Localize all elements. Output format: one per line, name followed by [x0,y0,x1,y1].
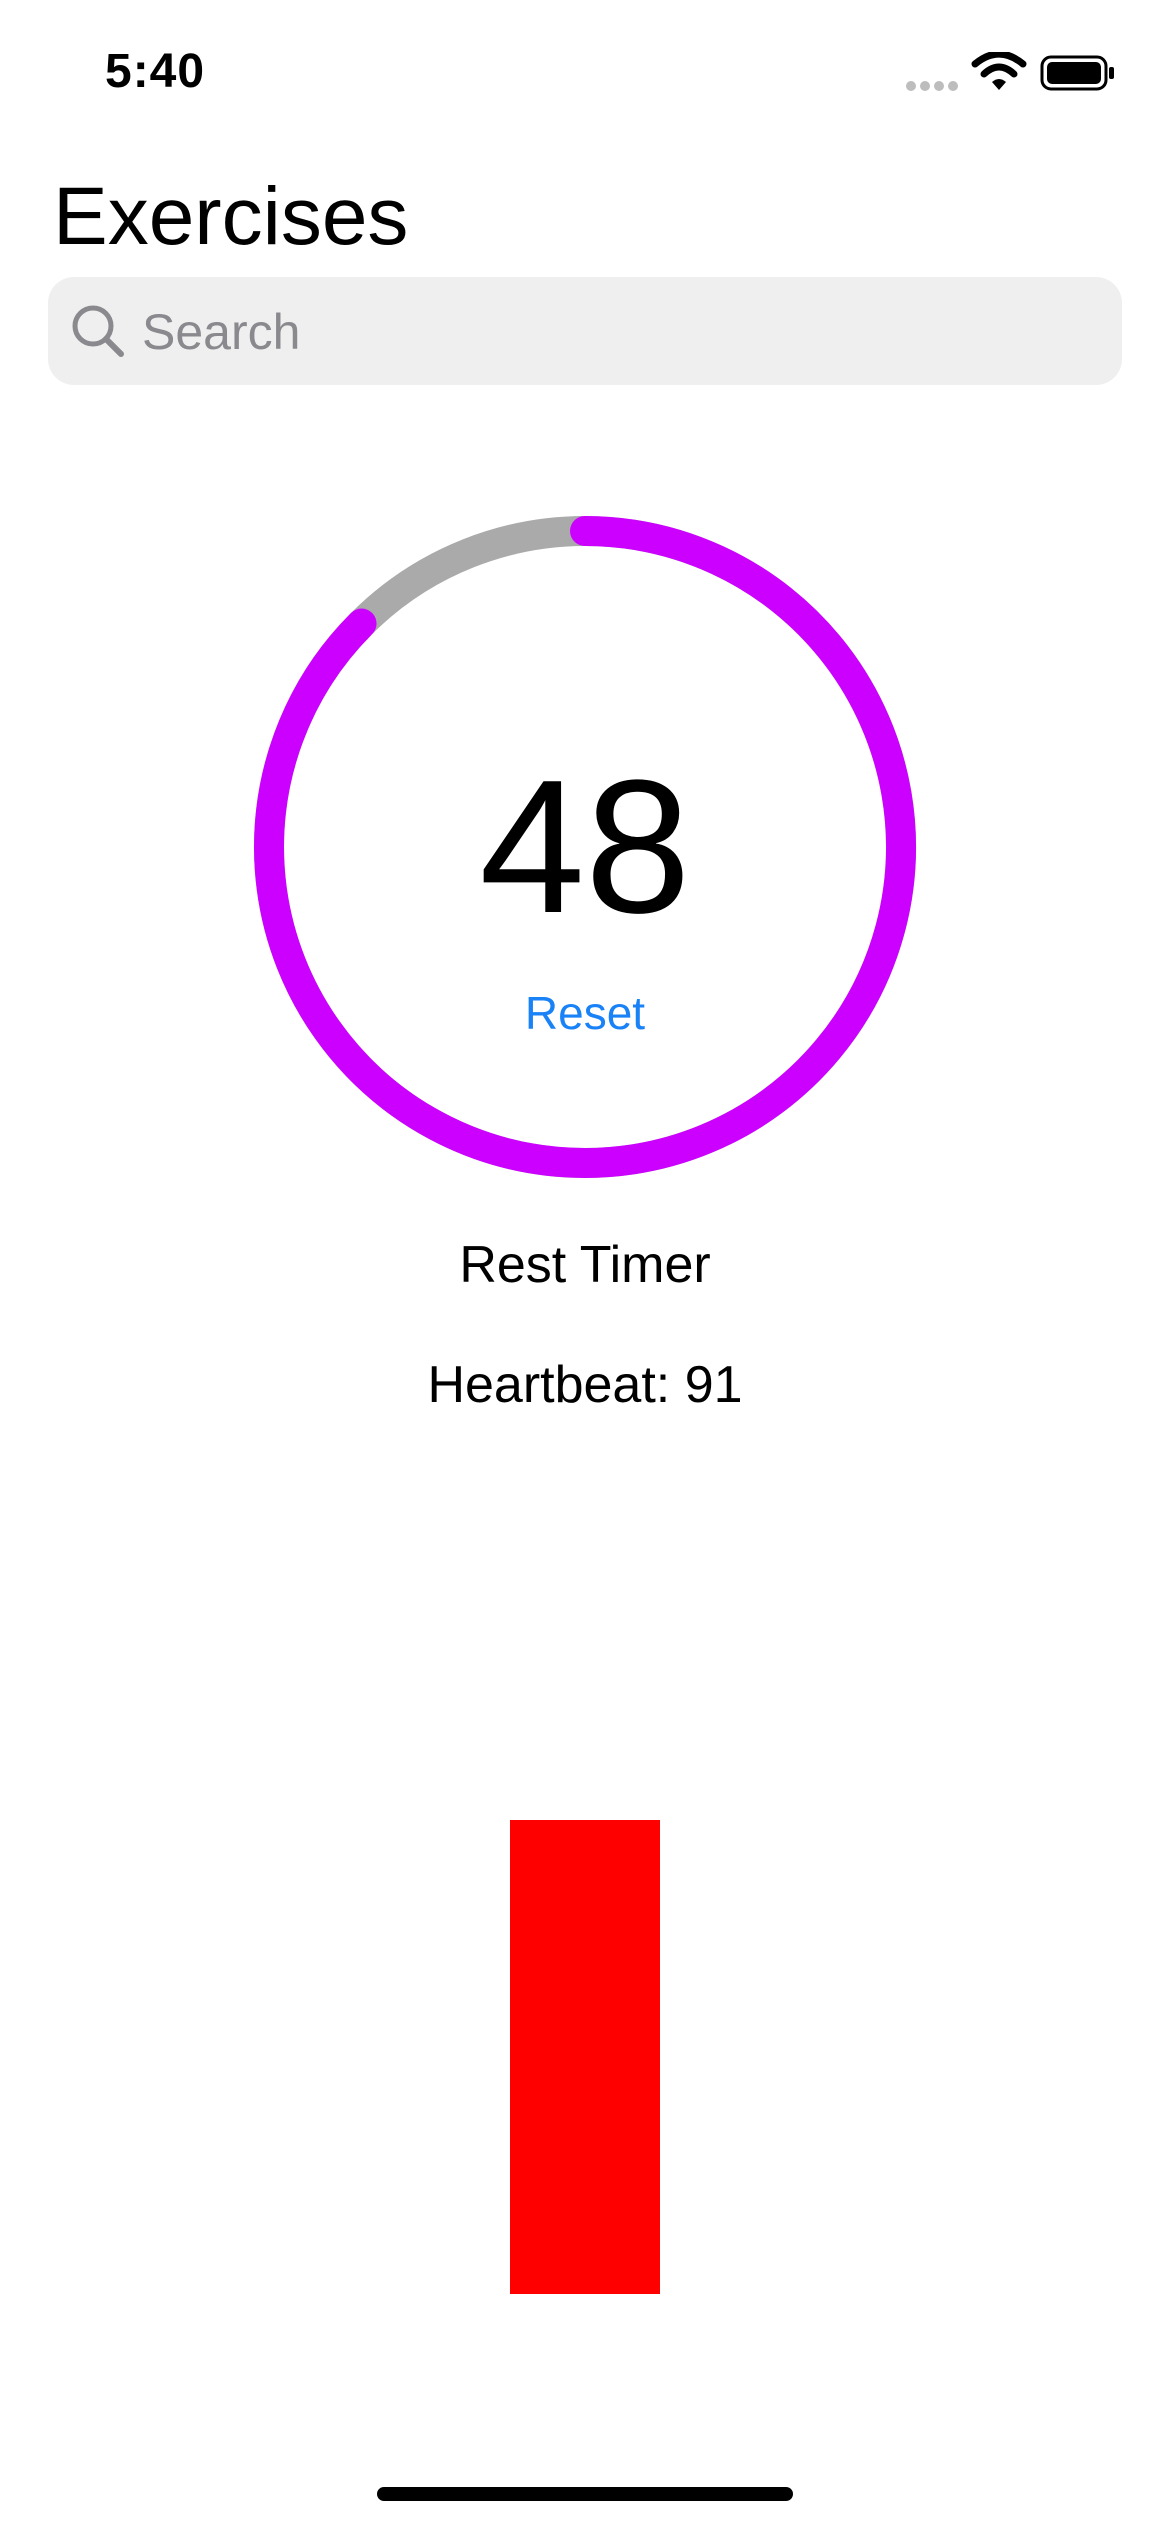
wifi-icon [971,52,1027,90]
reset-button[interactable]: Reset [485,978,685,1048]
page-title: Exercises [53,171,409,262]
heartbeat-label: Heartbeat: [427,1356,671,1414]
battery-icon [1040,55,1114,91]
rest-timer-label: Rest Timer [459,1236,711,1294]
heartbeat-value: 91 [684,1356,743,1414]
search-input[interactable] [140,293,1084,371]
status-bar: 5:40 [0,0,1170,150]
search-bar[interactable] [48,277,1122,385]
cellular-signal-icon [906,81,958,91]
home-indicator[interactable] [377,2487,793,2501]
timer-countdown: 48 [479,741,691,953]
heartbeat-readout: Heartbeat: 91 [0,1355,1170,1415]
search-icon [72,305,124,357]
heartbeat-bar [510,1820,660,2294]
status-time: 5:40 [105,45,206,98]
